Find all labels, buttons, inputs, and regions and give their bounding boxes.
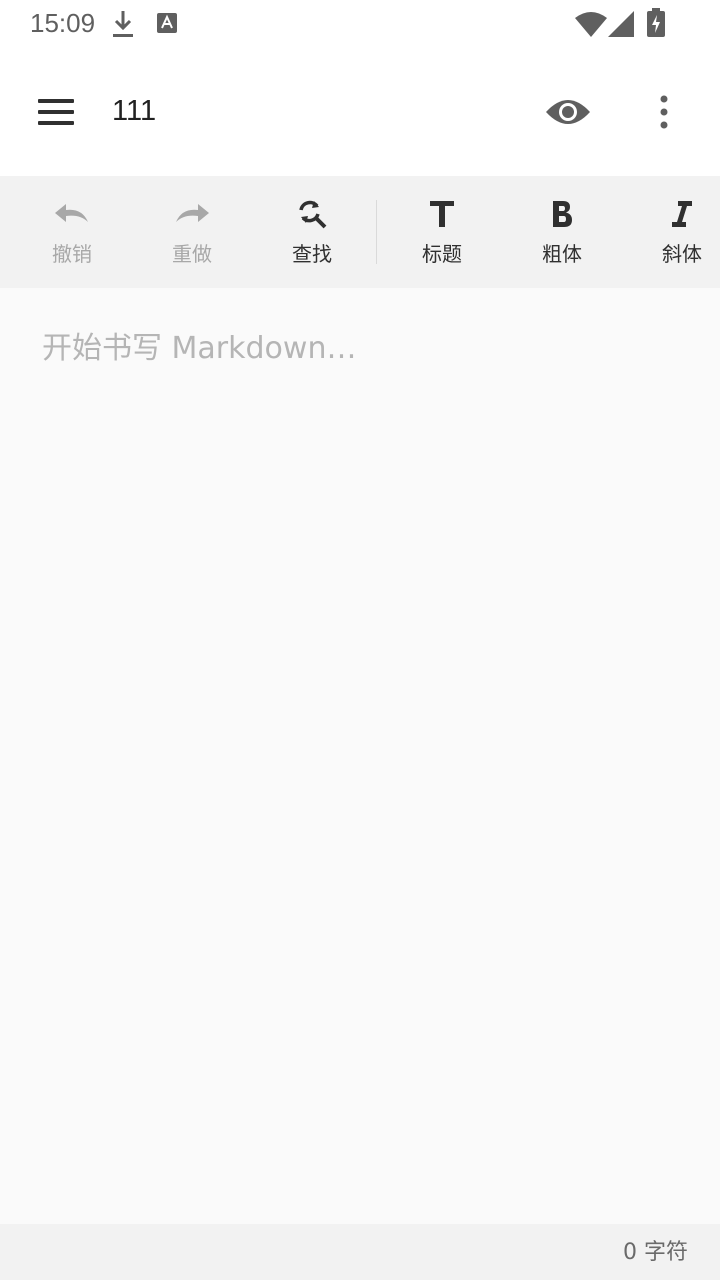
- toolbar-divider: [376, 200, 377, 264]
- bold-label: 粗体: [542, 242, 582, 266]
- undo-label: 撤销: [52, 242, 92, 266]
- undo-button[interactable]: 撤销: [12, 176, 132, 288]
- find-replace-icon: [294, 196, 330, 232]
- battery-charging-icon: [647, 8, 665, 37]
- heading-label: 标题: [422, 242, 462, 266]
- text-app-icon: [157, 13, 177, 33]
- status-time: 15:09: [30, 8, 96, 38]
- status-footer: 0 字符: [0, 1224, 720, 1280]
- bold-button[interactable]: 粗体: [502, 176, 622, 288]
- menu-icon[interactable]: [38, 99, 74, 125]
- download-icon: [113, 11, 133, 37]
- italic-label: 斜体: [662, 242, 702, 266]
- heading-icon: [424, 196, 460, 232]
- signal-icon: [608, 11, 634, 37]
- status-bar: 15:09: [0, 0, 720, 48]
- find-label: 查找: [292, 242, 332, 266]
- markdown-editor[interactable]: 开始书写 Markdown…: [0, 288, 720, 1224]
- bold-icon: [544, 196, 580, 232]
- more-vert-icon[interactable]: [656, 95, 672, 129]
- heading-button[interactable]: 标题: [382, 176, 502, 288]
- app-screen: 15:09 111 撤销 重做 查找 标题 粗体 斜体 开始书写 Markdow…: [0, 0, 720, 1280]
- wifi-icon: [575, 12, 607, 37]
- character-count: 0 字符: [623, 1240, 688, 1265]
- undo-icon: [54, 196, 90, 232]
- redo-label: 重做: [172, 242, 212, 266]
- italic-icon: [664, 196, 700, 232]
- find-button[interactable]: 查找: [252, 176, 372, 288]
- format-toolbar: 撤销 重做 查找 标题 粗体 斜体: [0, 176, 720, 288]
- editor-placeholder[interactable]: 开始书写 Markdown…: [42, 328, 682, 376]
- document-title: 111: [112, 95, 157, 127]
- redo-icon: [174, 196, 210, 232]
- italic-button[interactable]: 斜体: [622, 176, 720, 288]
- redo-button[interactable]: 重做: [132, 176, 252, 288]
- app-bar: 111: [0, 48, 720, 176]
- eye-icon[interactable]: [544, 94, 592, 130]
